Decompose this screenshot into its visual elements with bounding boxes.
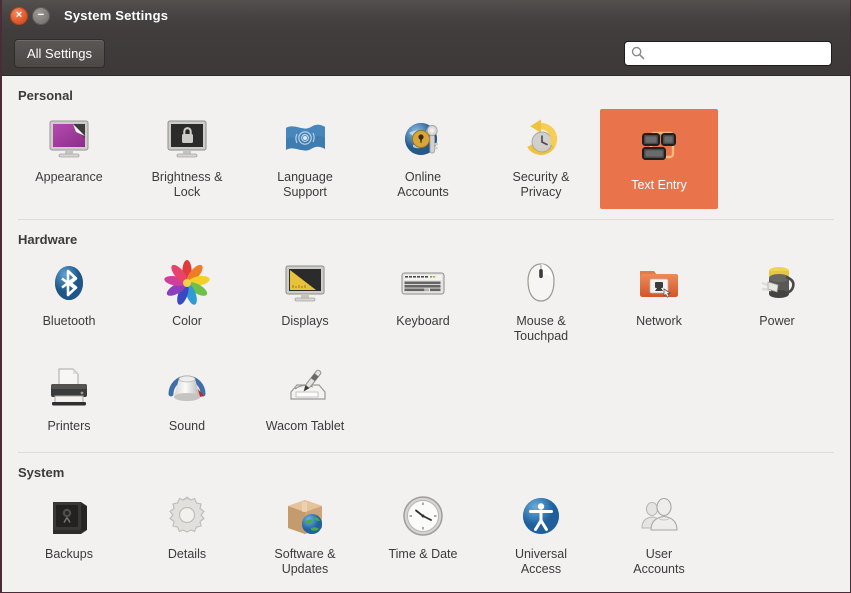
settings-item-label: Keyboard bbox=[396, 314, 450, 328]
settings-item-label: Displays bbox=[281, 314, 329, 328]
user-accounts-icon bbox=[635, 492, 683, 540]
wacom-tablet-icon bbox=[281, 364, 329, 412]
settings-item-label: Security & Privacy bbox=[512, 170, 570, 199]
universal-access-icon bbox=[517, 492, 565, 540]
bluetooth-icon bbox=[45, 259, 93, 307]
keyboard-icon bbox=[399, 259, 447, 307]
network-icon bbox=[635, 259, 683, 307]
settings-item-label: Appearance bbox=[35, 170, 103, 184]
power-icon bbox=[753, 259, 801, 307]
settings-item-printers[interactable]: Printers bbox=[10, 358, 128, 442]
settings-item-sound[interactable]: Sound bbox=[128, 358, 246, 442]
sound-icon bbox=[163, 364, 211, 412]
settings-item-user-accounts[interactable]: User Accounts bbox=[600, 486, 718, 585]
settings-item-label: Mouse & Touchpad bbox=[513, 314, 569, 343]
displays-icon bbox=[281, 259, 329, 307]
settings-item-color[interactable]: Color bbox=[128, 253, 246, 352]
settings-item-time-date[interactable]: Time & Date bbox=[364, 486, 482, 585]
settings-item-backups[interactable]: Backups bbox=[10, 486, 128, 585]
language-support-icon bbox=[281, 115, 329, 163]
settings-item-label: Wacom Tablet bbox=[265, 419, 345, 433]
settings-content: Personal Appearance Brightness & Lock La… bbox=[2, 76, 850, 592]
settings-item-label: Time & Date bbox=[388, 547, 458, 561]
search-icon bbox=[631, 46, 647, 60]
settings-item-label: Printers bbox=[47, 419, 91, 433]
settings-item-label: Bluetooth bbox=[42, 314, 96, 328]
settings-item-label: Universal Access bbox=[514, 547, 568, 576]
section-title-hardware: Hardware bbox=[18, 232, 78, 247]
section-title-personal: Personal bbox=[18, 88, 73, 103]
close-icon[interactable]: × bbox=[10, 6, 28, 25]
settings-item-label: Details bbox=[167, 547, 207, 561]
appearance-icon bbox=[45, 115, 93, 163]
printers-icon bbox=[45, 364, 93, 412]
all-settings-button[interactable]: All Settings bbox=[14, 38, 106, 68]
brightness-lock-icon bbox=[163, 115, 211, 163]
settings-item-universal-access[interactable]: Universal Access bbox=[482, 486, 600, 585]
settings-item-displays[interactable]: Displays bbox=[246, 253, 364, 352]
personal-grid: Appearance Brightness & Lock Language Su… bbox=[2, 109, 850, 209]
settings-item-text-entry[interactable]: Text Entry bbox=[600, 109, 718, 209]
system-settings-window: × − System Settings All Settings Persona… bbox=[0, 0, 851, 593]
titlebar: × − System Settings bbox=[2, 0, 850, 31]
settings-item-label: Language Support bbox=[277, 170, 333, 199]
settings-item-brightness-lock[interactable]: Brightness & Lock bbox=[128, 109, 246, 209]
online-accounts-icon bbox=[399, 115, 447, 163]
window-title: System Settings bbox=[64, 8, 169, 23]
section-hardware: Hardware Bluetooth Color Displays Keyboa… bbox=[2, 220, 850, 442]
time-date-icon bbox=[399, 492, 447, 540]
settings-item-label: User Accounts bbox=[633, 547, 685, 576]
settings-item-bluetooth[interactable]: Bluetooth bbox=[10, 253, 128, 352]
color-icon bbox=[163, 259, 211, 307]
section-personal: Personal Appearance Brightness & Lock La… bbox=[2, 76, 850, 209]
settings-item-label: Software & Updates bbox=[274, 547, 336, 576]
text-entry-icon bbox=[635, 123, 683, 171]
toolbar: All Settings bbox=[2, 31, 850, 76]
backups-icon bbox=[45, 492, 93, 540]
settings-item-details[interactable]: Details bbox=[128, 486, 246, 585]
settings-item-label: Power bbox=[759, 314, 795, 328]
details-icon bbox=[163, 492, 211, 540]
settings-item-power[interactable]: Power bbox=[718, 253, 836, 352]
settings-item-label: Network bbox=[636, 314, 682, 328]
security-privacy-icon bbox=[517, 115, 565, 163]
settings-item-mouse-touchpad[interactable]: Mouse & Touchpad bbox=[482, 253, 600, 352]
settings-item-label: Text Entry bbox=[631, 178, 687, 192]
settings-item-label: Brightness & Lock bbox=[151, 170, 223, 199]
system-grid: Backups Details Software & Updates Time … bbox=[2, 486, 850, 585]
hardware-grid-row1: Bluetooth Color Displays Keyboard Mouse … bbox=[2, 253, 850, 352]
settings-item-online-accounts[interactable]: Online Accounts bbox=[364, 109, 482, 209]
section-title-system: System bbox=[18, 465, 65, 480]
mouse-touchpad-icon bbox=[517, 259, 565, 307]
settings-item-label: Sound bbox=[168, 419, 206, 433]
settings-item-security-privacy[interactable]: Security & Privacy bbox=[482, 109, 600, 209]
settings-item-label: Color bbox=[172, 314, 202, 328]
settings-item-label: Online Accounts bbox=[397, 170, 449, 199]
software-updates-icon bbox=[281, 492, 329, 540]
settings-item-wacom-tablet[interactable]: Wacom Tablet bbox=[246, 358, 364, 442]
settings-item-appearance[interactable]: Appearance bbox=[10, 109, 128, 209]
section-system: System Backups Details Software & Update… bbox=[2, 453, 850, 585]
search-input[interactable] bbox=[651, 46, 825, 60]
hardware-grid-row2: Printers Sound Wacom Tablet bbox=[2, 358, 850, 442]
settings-item-keyboard[interactable]: Keyboard bbox=[364, 253, 482, 352]
settings-item-label: Backups bbox=[45, 547, 93, 561]
settings-item-software-updates[interactable]: Software & Updates bbox=[246, 486, 364, 585]
settings-item-language-support[interactable]: Language Support bbox=[246, 109, 364, 209]
search-box[interactable] bbox=[624, 40, 832, 66]
minimize-icon[interactable]: − bbox=[32, 6, 50, 25]
settings-item-network[interactable]: Network bbox=[600, 253, 718, 352]
